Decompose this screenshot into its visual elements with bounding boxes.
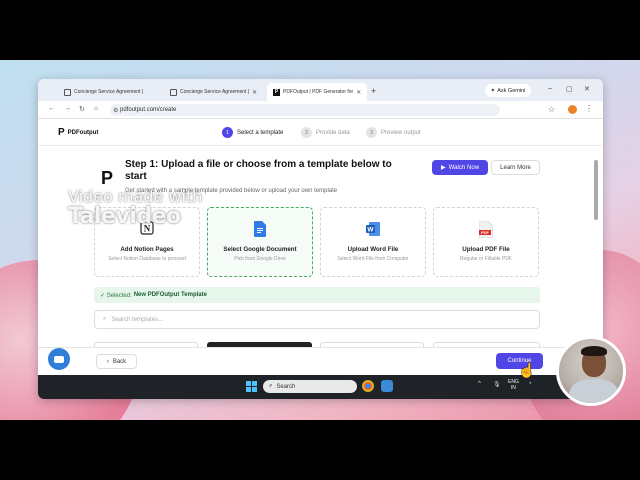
taskbar-search[interactable]: ⌕ Search bbox=[263, 380, 357, 393]
learn-more-button[interactable]: Learn More bbox=[491, 160, 540, 175]
browser-menu-icon[interactable]: ⋮ bbox=[585, 104, 593, 113]
card-title: Select Google Document bbox=[223, 246, 297, 253]
profile-avatar[interactable] bbox=[568, 105, 577, 114]
address-toolbar: ← → ↻ ⌂ ⚙ pdfoutput.com/create ☆ ⋮ bbox=[38, 101, 603, 119]
ask-gemini-label: Ask Gemini bbox=[497, 87, 526, 94]
card-description: Regular or Fillable PDF bbox=[460, 256, 512, 262]
minimize-icon[interactable]: – bbox=[548, 85, 552, 92]
chevron-left-icon: ‹ bbox=[106, 358, 109, 365]
site-info-icon[interactable]: ⚙ bbox=[113, 107, 118, 114]
step-number: 1 bbox=[222, 127, 233, 138]
close-icon[interactable]: ✕ bbox=[356, 89, 361, 96]
selected-template-banner: ✓ Selected: New PDFOutput Template bbox=[94, 287, 540, 303]
back-label: Back bbox=[112, 358, 127, 365]
microphone-icon[interactable]: 🎙 bbox=[493, 381, 501, 388]
close-icon[interactable]: ✕ bbox=[252, 89, 257, 96]
taskbar-search-label: Search bbox=[276, 383, 296, 390]
step-provide-data: 2 Provide data bbox=[301, 127, 350, 138]
presenter-hair bbox=[581, 346, 607, 356]
new-tab-icon[interactable]: + bbox=[371, 86, 376, 96]
hand-cursor-icon: ☝ bbox=[518, 362, 536, 378]
search-placeholder: Search templates... bbox=[111, 316, 164, 323]
google-docs-icon bbox=[208, 221, 312, 237]
card-word[interactable]: W Upload Word File Select Word File from… bbox=[320, 207, 426, 277]
svg-text:PDF: PDF bbox=[481, 230, 490, 235]
windows-start-icon[interactable] bbox=[246, 381, 257, 392]
step-label: Preview output bbox=[381, 129, 421, 136]
page-title: Step 1: Upload a file or choose from a t… bbox=[101, 159, 411, 183]
page-icon bbox=[64, 88, 71, 96]
card-title: Add Notion Pages bbox=[120, 246, 174, 253]
card-description: Select Word File from Computer bbox=[337, 256, 409, 262]
card-description: Pick from Google Drive bbox=[234, 256, 286, 262]
title-line: Step 1: Upload a file or choose from a t… bbox=[125, 159, 392, 170]
page-icon bbox=[170, 88, 177, 96]
chrome-icon[interactable] bbox=[362, 380, 374, 392]
back-button[interactable]: ‹ Back bbox=[96, 354, 137, 369]
taskbar-app-icon[interactable] bbox=[381, 380, 393, 392]
sparkle-icon: ✦ bbox=[490, 87, 496, 94]
watch-now-button[interactable]: ▶ Watch Now bbox=[432, 160, 488, 175]
chevron-up-icon[interactable]: ^ bbox=[478, 381, 481, 387]
card-description: Select Notion Database to proceed bbox=[108, 256, 186, 262]
card-pdf[interactable]: PDF Upload PDF File Regular or Fillable … bbox=[433, 207, 539, 277]
bookmark-star-icon[interactable]: ☆ bbox=[548, 105, 555, 114]
browser-tab[interactable]: Concierge Service Agreement | ✕ bbox=[58, 83, 146, 101]
template-search-input[interactable]: ⌕ Search templates... bbox=[94, 310, 540, 329]
desktop-background: Concierge Service Agreement | ✕ Concierg… bbox=[0, 60, 640, 420]
scrollbar[interactable] bbox=[594, 160, 598, 220]
lang-region: IN bbox=[510, 385, 516, 391]
step-number: 2 bbox=[301, 127, 312, 138]
selected-label: ✓ Selected: bbox=[100, 292, 132, 299]
search-icon: ⌕ bbox=[269, 383, 273, 389]
pdfoutput-logo[interactable]: P PDFoutput bbox=[58, 127, 98, 138]
tab-bar: Concierge Service Agreement | ✕ Concierg… bbox=[38, 79, 603, 101]
tab-label: Concierge Service Agreement | bbox=[180, 89, 250, 95]
main-content: P Step 1: Upload a file or choose from a… bbox=[38, 146, 603, 369]
browser-tab[interactable]: Concierge Service Agreement | ✕ bbox=[164, 83, 262, 101]
pdf-icon: PDF bbox=[434, 221, 538, 238]
chat-bubble-icon[interactable] bbox=[48, 348, 70, 370]
svg-text:W: W bbox=[367, 227, 374, 234]
step-label: Select a template bbox=[237, 129, 284, 136]
watch-now-label: Watch Now bbox=[448, 164, 480, 171]
browser-window: Concierge Service Agreement | ✕ Concierg… bbox=[38, 79, 603, 399]
maximize-icon[interactable]: ▢ bbox=[566, 85, 573, 93]
app-header: P PDFoutput 1 Select a template 2 Provid… bbox=[38, 119, 603, 146]
close-window-icon[interactable]: ✕ bbox=[584, 85, 590, 93]
play-icon: ▶ bbox=[440, 165, 446, 171]
step-preview-output: 3 Preview output bbox=[366, 127, 421, 138]
presenter-body bbox=[569, 379, 619, 403]
step-number: 3 bbox=[366, 127, 377, 138]
pdfoutput-logo-icon: P bbox=[273, 88, 280, 96]
language-indicator[interactable]: ENG IN bbox=[508, 379, 519, 391]
word-icon: W bbox=[321, 221, 425, 237]
browser-tab-active[interactable]: P PDFOutput | PDF Generator for ✕ bbox=[267, 83, 367, 101]
reload-icon[interactable]: ↻ bbox=[79, 105, 85, 113]
logo-text: PDFoutput bbox=[67, 129, 99, 136]
back-arrow-icon[interactable]: ← bbox=[48, 105, 55, 112]
selected-value: New PDFOutput Template bbox=[133, 292, 207, 298]
tab-label: PDFOutput | PDF Generator for bbox=[283, 89, 354, 95]
title-line: start bbox=[125, 171, 147, 182]
ask-gemini-button[interactable]: ✦ Ask Gemini bbox=[485, 84, 531, 97]
tab-label: Concierge Service Agreement | bbox=[74, 89, 144, 95]
video-watermark: Video made with Talevideo bbox=[68, 188, 202, 229]
url-text: pdfoutput.com/create bbox=[120, 107, 177, 113]
presenter-webcam bbox=[556, 336, 626, 406]
step-select-template: 1 Select a template bbox=[222, 127, 283, 138]
watermark-brand: Talevideo bbox=[68, 204, 181, 229]
wifi-icon[interactable]: ◔ bbox=[528, 381, 532, 387]
logo-mark-icon: P bbox=[58, 127, 65, 138]
home-icon[interactable]: ⌂ bbox=[94, 105, 98, 112]
search-icon: ⌕ bbox=[103, 316, 107, 322]
step-label: Provide data bbox=[316, 129, 350, 136]
forward-arrow-icon[interactable]: → bbox=[64, 105, 71, 112]
card-title: Upload Word File bbox=[347, 246, 399, 253]
url-bar[interactable]: ⚙ pdfoutput.com/create bbox=[110, 104, 500, 116]
card-google-doc[interactable]: Select Google Document Pick from Google … bbox=[207, 207, 313, 277]
card-title: Upload PDF File bbox=[462, 246, 510, 253]
